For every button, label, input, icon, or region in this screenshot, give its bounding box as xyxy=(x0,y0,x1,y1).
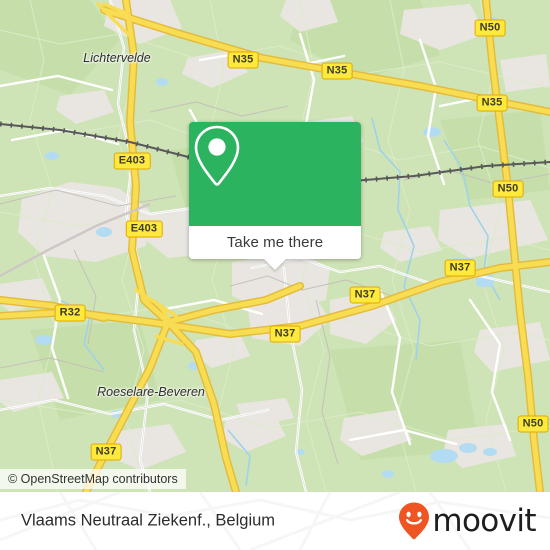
road-shield-n50-a: N50 xyxy=(474,19,506,37)
popup-icon-area xyxy=(189,122,361,226)
popup-pointer-tail xyxy=(264,259,286,270)
place-label-roeselare-beveren: Roeselare-Beveren xyxy=(97,385,205,399)
moovit-smiley-pin-icon xyxy=(399,502,430,540)
road-shield-n35-c: N35 xyxy=(476,94,508,112)
road-shield-n50-b: N50 xyxy=(492,180,524,198)
moovit-brand[interactable]: moovit xyxy=(397,501,537,541)
road-shield-n37-d: N37 xyxy=(90,443,122,461)
road-shield-n37-a: N37 xyxy=(444,259,476,277)
take-me-there-label: Take me there xyxy=(226,234,324,251)
road-shield-n35-b: N35 xyxy=(321,62,353,80)
map-screen: Lichtervelde Roeselare-Beveren N35 N35 N… xyxy=(0,0,550,550)
road-shield-n37-b: N37 xyxy=(349,286,381,304)
road-shield-n50-c: N50 xyxy=(517,415,549,433)
location-pin-icon xyxy=(194,125,240,186)
place-label-lichtervelde: Lichtervelde xyxy=(83,51,151,65)
popup-action-area[interactable]: Take me there xyxy=(189,226,361,270)
road-shield-r32: R32 xyxy=(54,304,86,322)
road-shield-n35-a: N35 xyxy=(227,51,259,69)
osm-attribution[interactable]: © OpenStreetMap contributors xyxy=(0,469,186,489)
road-shield-n37-c: N37 xyxy=(269,325,301,343)
road-shield-e403-a: E403 xyxy=(113,152,151,170)
footer-bar: Vlaams Neutraal Ziekenf., Belgium moovit xyxy=(0,492,550,550)
location-popup-card[interactable]: Take me there xyxy=(189,122,361,270)
map-canvas[interactable]: Lichtervelde Roeselare-Beveren N35 N35 N… xyxy=(0,0,550,492)
road-shield-e403-b: E403 xyxy=(125,220,163,238)
location-title: Vlaams Neutraal Ziekenf., Belgium xyxy=(21,511,276,530)
moovit-wordmark: moovit xyxy=(432,502,536,539)
